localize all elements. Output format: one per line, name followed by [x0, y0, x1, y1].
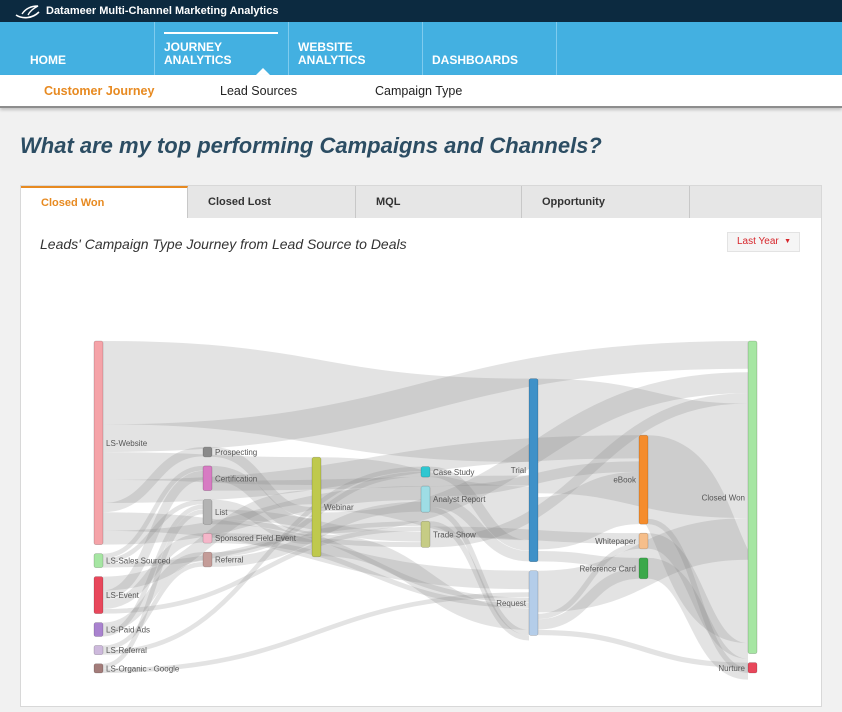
sankey-node[interactable] — [202, 532, 213, 544]
sankey-node[interactable] — [747, 340, 758, 654]
sankey-node-label: Referral — [215, 556, 244, 565]
sankey-node[interactable] — [93, 340, 104, 545]
nav-website-analytics[interactable]: WEBSITE ANALYTICS — [288, 22, 422, 75]
sankey-node[interactable] — [747, 662, 758, 674]
sankey-node-label: Trial — [511, 466, 526, 475]
sankey-node[interactable] — [528, 378, 539, 563]
subnav-lead-sources[interactable]: Lead Sources — [220, 84, 297, 98]
sankey-node[interactable] — [420, 466, 431, 478]
app-titlebar: Datameer Multi-Channel Marketing Analyti… — [0, 0, 842, 22]
sankey-node-label: LS-Sales Sourced — [106, 557, 170, 566]
sankey-node-label: Sponsored Field Event — [215, 534, 297, 543]
sankey-chart: LS-Website LS-Sales Sourced LS-Event LS-Pai… — [93, 340, 760, 680]
nav-dashboards-label: DASHBOARDS — [432, 53, 519, 67]
sankey-node-label: Request — [496, 599, 527, 608]
sankey-node[interactable] — [311, 456, 322, 558]
nav-divider — [556, 22, 557, 75]
sankey-node[interactable] — [202, 446, 213, 458]
subnav-customer-journey[interactable]: Customer Journey — [44, 84, 154, 98]
sankey-node-label: Trade Show — [433, 530, 476, 539]
nav-website-analytics-label: WEBSITE ANALYTICS — [298, 40, 366, 67]
sankey-node-label: LS-Organic - Google — [106, 664, 180, 673]
nav-active-caret-icon — [256, 68, 270, 75]
sankey-node-label: Case Study — [433, 468, 474, 477]
sankey-node-label: Certification — [215, 474, 257, 483]
sankey-node-label: Closed Won — [702, 493, 745, 502]
nav-home[interactable]: HOME — [20, 22, 154, 75]
chart-panel: Closed Won Closed Lost MQL Opportunity L… — [20, 185, 822, 707]
sankey-node-label: LS-Website — [106, 439, 148, 448]
sankey-node[interactable] — [202, 551, 213, 568]
main-nav: HOME JOURNEY ANALYTICS WEBSITE ANALYTICS… — [0, 22, 842, 75]
sankey-node[interactable] — [93, 576, 104, 614]
sankey-node-label: List — [215, 508, 228, 517]
sankey-node-label: Webinar — [324, 503, 354, 512]
sankey-node[interactable] — [93, 553, 104, 568]
sankey-node[interactable] — [420, 520, 431, 548]
sankey-node[interactable] — [93, 663, 104, 674]
nav-dashboards[interactable]: DASHBOARDS — [422, 22, 556, 75]
sankey-node-label: eBook — [613, 476, 637, 485]
sankey-node-label: Analyst Report — [433, 495, 486, 504]
sankey-node-label: LS-Referral — [106, 646, 147, 655]
sankey-link[interactable] — [537, 471, 640, 550]
sankey-node[interactable] — [202, 465, 213, 491]
datameer-logo-icon — [15, 5, 40, 19]
nav-home-label: HOME — [30, 53, 66, 67]
sankey-node-label: Reference Card — [580, 564, 636, 573]
sankey-node[interactable] — [528, 570, 539, 636]
sankey-node[interactable] — [638, 557, 649, 580]
app-title: Datameer Multi-Channel Marketing Analyti… — [46, 5, 279, 17]
sankey-node-label: LS-Event — [106, 591, 140, 600]
sankey-node-label: Nurture — [718, 664, 745, 673]
sankey-node-label: Whitepaper — [595, 537, 636, 546]
sankey-node[interactable] — [202, 499, 213, 525]
sankey-node-label: Prospecting — [215, 448, 257, 457]
nav-active-indicator — [164, 32, 278, 34]
sankey-node-label: LS-Paid Ads — [106, 626, 150, 635]
subnav-campaign-type[interactable]: Campaign Type — [375, 84, 462, 98]
sankey-node[interactable] — [420, 485, 431, 513]
sankey-node[interactable] — [638, 434, 649, 525]
nav-journey-analytics[interactable]: JOURNEY ANALYTICS — [154, 22, 288, 75]
page-title: What are my top performing Campaigns and… — [20, 133, 602, 158]
sankey-node[interactable] — [93, 645, 104, 656]
sankey-node[interactable] — [638, 532, 649, 550]
sankey-node[interactable] — [93, 622, 104, 637]
sub-nav: Customer Journey Lead Sources Campaign T… — [0, 75, 842, 108]
nav-journey-analytics-label: JOURNEY ANALYTICS — [164, 40, 232, 67]
